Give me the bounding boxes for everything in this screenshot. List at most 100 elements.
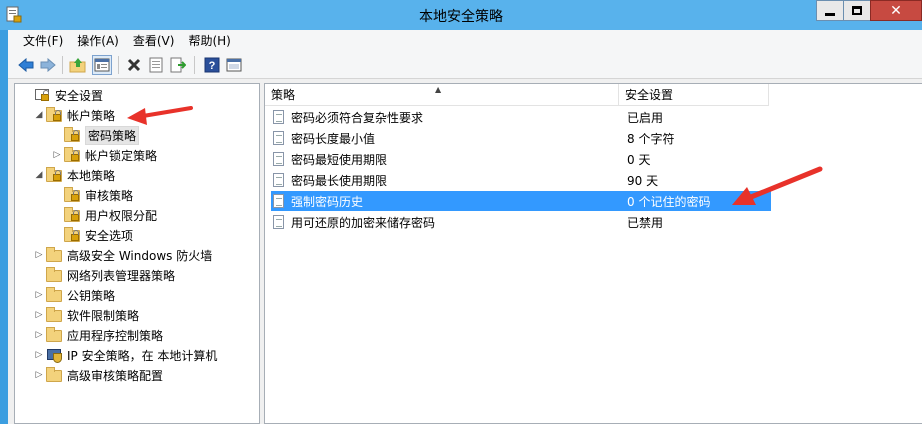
expand-icon[interactable]: ▷ xyxy=(51,150,63,160)
tree-item-label: 安全设置 xyxy=(55,88,104,103)
policy-setting-icon xyxy=(271,193,287,209)
policy-row[interactable]: 密码长度最小值 8 个字符 xyxy=(271,128,771,148)
tree-item[interactable]: 安全设置 xyxy=(21,85,103,105)
policy-value: 8 个字符 xyxy=(627,131,675,146)
policy-name: 用可还原的加密来储存密码 xyxy=(291,215,436,230)
tree-item[interactable]: 用户权限分配 xyxy=(51,205,157,225)
close-button[interactable]: ✕ xyxy=(870,0,922,21)
tree-item[interactable]: 网络列表管理器策略 xyxy=(33,265,175,285)
policy-name: 强制密码历史 xyxy=(291,194,364,209)
tree-item[interactable]: ▷ 高级审核策略配置 xyxy=(33,365,163,385)
maximize-button[interactable] xyxy=(843,0,871,21)
policy-setting-icon xyxy=(271,109,287,125)
forward-icon xyxy=(40,58,56,72)
delete-icon xyxy=(127,58,141,72)
tree-item[interactable]: 安全选项 xyxy=(51,225,133,245)
tree-item-label: 用户权限分配 xyxy=(85,208,158,223)
security-settings-icon xyxy=(33,87,51,103)
folder-icon xyxy=(45,287,63,303)
export-list-icon xyxy=(170,57,186,73)
back-icon xyxy=(18,58,34,72)
up-button[interactable] xyxy=(68,55,88,75)
sort-ascending-icon: ▲ xyxy=(435,85,442,94)
column-header-policy-label: 策略 xyxy=(271,88,296,102)
locked-folder-icon xyxy=(45,107,63,123)
policy-row[interactable]: 密码最短使用期限 0 天 xyxy=(271,149,771,169)
menu-action[interactable]: 操作(A) xyxy=(70,30,126,52)
tree-item[interactable]: ◢ 帐户策略 xyxy=(33,105,115,125)
tree-item[interactable]: ▷ 帐户锁定策略 xyxy=(51,145,157,165)
tree-item-label: 网络列表管理器策略 xyxy=(67,268,176,283)
policy-value: 0 个记住的密码 xyxy=(627,194,711,209)
delete-button[interactable] xyxy=(124,55,144,75)
policy-list-pane: 策略 ▲ 安全设置 密码必须符合复杂性要求 已启用密码长度最小值 8 个字符密码最短… xyxy=(264,83,922,424)
expand-icon[interactable]: ▷ xyxy=(33,350,45,360)
toolbar-separator xyxy=(118,56,119,74)
policy-value: 0 天 xyxy=(627,152,651,167)
properties-icon xyxy=(149,57,163,73)
expand-icon[interactable]: ▷ xyxy=(33,250,45,260)
tree-pane: 安全设置 ◢ 帐户策略 密码策略 ▷ 帐户锁定策略 ◢ 本地策略审核策略用户权限分配 安全选项 ▷… xyxy=(14,83,260,424)
expand-icon[interactable]: ▷ xyxy=(33,330,45,340)
svg-text:?: ? xyxy=(209,60,216,72)
column-header-policy[interactable]: 策略 ▲ xyxy=(265,84,619,106)
tree-item-label: 安全选项 xyxy=(85,228,134,243)
policy-name: 密码长度最小值 xyxy=(291,131,376,146)
folder-icon xyxy=(45,367,63,383)
tree-item[interactable]: ▷ 公钥策略 xyxy=(33,285,115,305)
policy-name: 密码最长使用期限 xyxy=(291,173,388,188)
policy-name: 密码最短使用期限 xyxy=(291,152,388,167)
show-tree-button[interactable] xyxy=(92,55,112,75)
tree-item[interactable]: 审核策略 xyxy=(51,185,133,205)
forward-button[interactable] xyxy=(38,55,58,75)
title-bar: 本地安全策略 ✕ xyxy=(0,0,922,30)
policy-row[interactable]: 用可还原的加密来储存密码 已禁用 xyxy=(271,212,771,232)
expand-icon[interactable]: ▷ xyxy=(33,310,45,320)
menu-file[interactable]: 文件(F) xyxy=(16,30,70,52)
locked-folder-icon xyxy=(63,227,81,243)
tree-item-label: 高级安全 Windows 防火墙 xyxy=(67,248,213,263)
back-button[interactable] xyxy=(16,55,36,75)
tree-item-label: 本地策略 xyxy=(67,168,116,183)
tree-item-label: 帐户锁定策略 xyxy=(85,148,158,163)
menu-bar: 文件(F) 操作(A) 查看(V) 帮助(H) xyxy=(8,30,922,52)
policy-setting-icon xyxy=(271,151,287,167)
folder-icon xyxy=(45,247,63,263)
policy-setting-icon xyxy=(271,172,287,188)
tree-item[interactable]: ▷ 软件限制策略 xyxy=(33,305,139,325)
collapse-icon[interactable]: ◢ xyxy=(33,110,45,120)
folder-icon xyxy=(45,267,63,283)
tree-item-label: 软件限制策略 xyxy=(67,308,140,323)
policy-setting-icon xyxy=(271,214,287,230)
tree-item-label: 审核策略 xyxy=(85,188,134,203)
locked-folder-icon xyxy=(45,167,63,183)
policy-row[interactable]: 强制密码历史 0 个记住的密码 xyxy=(271,191,771,211)
expand-icon[interactable]: ▷ xyxy=(33,370,45,380)
tree-item[interactable]: ▷ 应用程序控制策略 xyxy=(33,325,163,345)
menu-view[interactable]: 查看(V) xyxy=(126,30,182,52)
toolbar-separator xyxy=(194,56,195,74)
tree-item[interactable]: ◢ 本地策略 xyxy=(33,165,115,185)
collapse-icon[interactable]: ◢ xyxy=(33,170,45,180)
export-list-button[interactable] xyxy=(168,55,188,75)
tree-item[interactable]: ▷ 高级安全 Windows 防火墙 xyxy=(33,245,212,265)
policy-value: 已禁用 xyxy=(627,215,664,230)
expand-icon[interactable]: ▷ xyxy=(33,290,45,300)
help-button[interactable]: ? xyxy=(202,55,222,75)
column-header-setting-label: 安全设置 xyxy=(625,88,674,102)
policy-row[interactable]: 密码必须符合复杂性要求 已启用 xyxy=(271,107,771,127)
tree-item-label: 公钥策略 xyxy=(67,288,116,303)
properties-button[interactable] xyxy=(146,55,166,75)
console-button[interactable] xyxy=(224,55,244,75)
tree-item[interactable]: ▷ IP 安全策略，在 本地计算机 xyxy=(33,345,217,365)
show-tree-icon xyxy=(94,58,110,72)
tree-item[interactable]: 密码策略 xyxy=(51,125,140,145)
maximize-icon xyxy=(852,6,862,15)
locked-folder-icon xyxy=(63,187,81,203)
policy-row[interactable]: 密码最长使用期限 90 天 xyxy=(271,170,771,190)
policy-setting-icon xyxy=(271,130,287,146)
tree-item-label: 高级审核策略配置 xyxy=(67,368,164,383)
column-header-setting[interactable]: 安全设置 xyxy=(619,84,769,106)
minimize-button[interactable] xyxy=(816,0,844,21)
menu-help[interactable]: 帮助(H) xyxy=(181,30,237,52)
